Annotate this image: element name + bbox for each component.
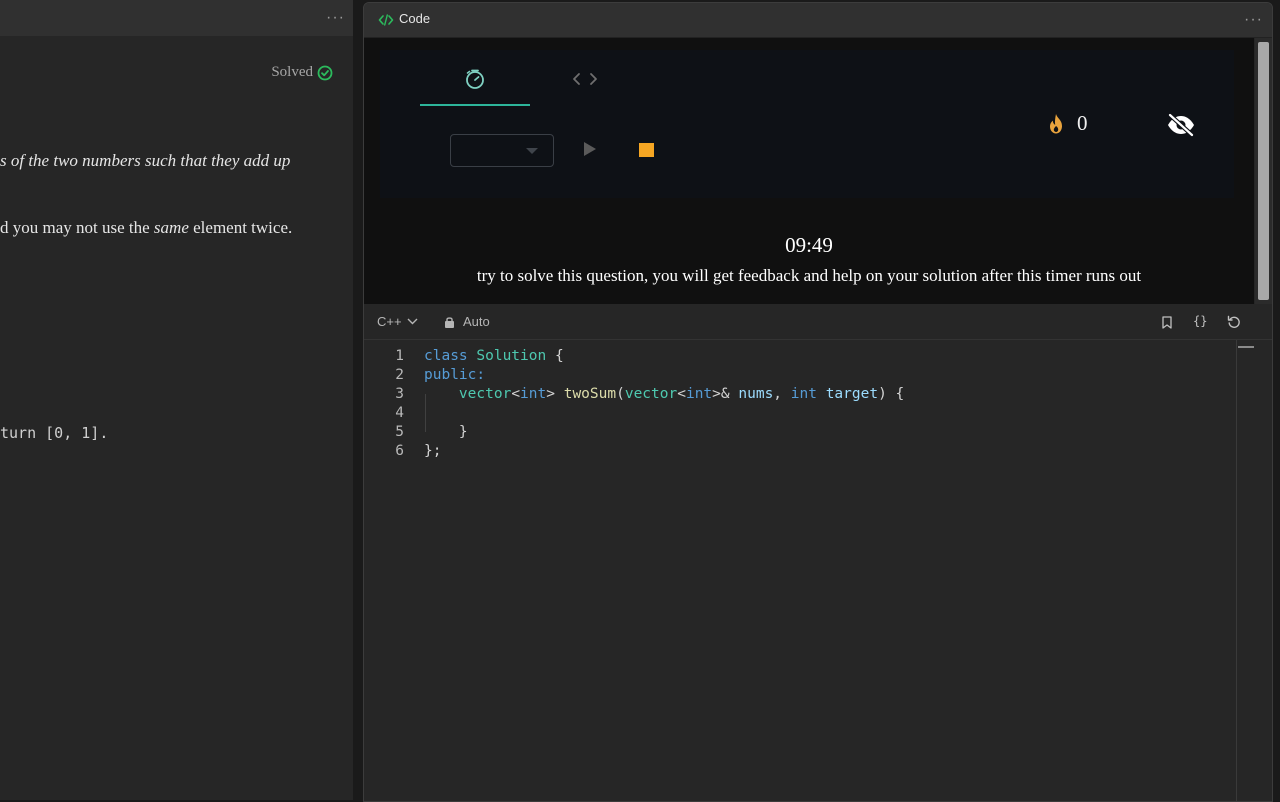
- language-select[interactable]: C++: [377, 314, 418, 329]
- fire-icon: [1050, 114, 1062, 134]
- line-number: 3: [395, 386, 404, 402]
- stop-button[interactable]: [639, 143, 654, 157]
- scrollbar-thumb[interactable]: [1258, 42, 1269, 300]
- format-code-icon[interactable]: {}: [1193, 314, 1207, 328]
- code-panel: Code ··· 0 09:49 try to solve this quest…: [363, 2, 1273, 802]
- more-options-button[interactable]: ···: [1244, 12, 1263, 28]
- code-text: class Solution {: [424, 347, 564, 366]
- streak-count: 0: [1077, 111, 1088, 135]
- description-text-segment: element twice.: [188, 218, 293, 237]
- line-number: 2: [395, 367, 404, 383]
- code-icon: [573, 73, 597, 85]
- code-token: vector: [458, 386, 512, 402]
- editor-toolbar: C++ Auto {}: [364, 305, 1272, 340]
- code-token: public:: [424, 367, 486, 383]
- chevron-down-icon: [407, 318, 418, 325]
- code-text: vector<int> twoSum(vector<int>& nums, in…: [424, 385, 904, 404]
- code-panel-title: Code: [399, 11, 431, 26]
- tab-code[interactable]: [530, 50, 640, 104]
- line-number: 4: [395, 405, 404, 421]
- solved-label: Solved: [271, 64, 313, 80]
- bookmark-icon[interactable]: [1161, 316, 1173, 329]
- mode-label: Auto: [463, 314, 490, 329]
- code-text: public:: [424, 366, 485, 385]
- code-text: };: [424, 442, 441, 461]
- line-number: 1: [395, 348, 404, 364]
- code-token: <: [511, 386, 521, 402]
- check-circle-icon: [317, 65, 333, 80]
- language-label: C++: [377, 314, 402, 329]
- lock-icon: [445, 316, 454, 328]
- timer-message: try to solve this question, you will get…: [476, 266, 1142, 285]
- code-text: }: [424, 423, 468, 442]
- line-number: 5: [395, 424, 404, 440]
- timer-duration-select[interactable]: [450, 134, 554, 167]
- code-token: class: [424, 348, 477, 364]
- timer-card: 0: [380, 50, 1234, 198]
- code-token: >: [546, 386, 564, 402]
- code-token: {: [546, 348, 564, 364]
- timer-scrollbar[interactable]: [1255, 38, 1272, 304]
- code-token: twoSum: [563, 386, 617, 402]
- code-token: int: [685, 386, 713, 402]
- code-brackets-icon: [378, 14, 394, 26]
- code-token: (: [616, 386, 625, 402]
- description-text: s of the two numbers such that they add …: [0, 151, 291, 170]
- code-token: >&: [712, 386, 739, 402]
- code-token: ,: [773, 386, 791, 402]
- code-token: int: [790, 386, 817, 402]
- description-text-segment: d you may not use the: [0, 218, 154, 237]
- line-number: 6: [395, 443, 404, 459]
- code-token: };: [424, 443, 442, 459]
- autosave-mode[interactable]: Auto: [444, 314, 490, 329]
- timer-area: 0 09:49 try to solve this question, you …: [364, 38, 1254, 304]
- code-token: }: [424, 424, 468, 440]
- description-emphasis: same: [153, 218, 189, 237]
- code-token: nums: [738, 386, 774, 402]
- chevron-down-icon: [526, 148, 538, 154]
- tab-timer[interactable]: [420, 50, 530, 106]
- more-options-button[interactable]: ···: [326, 10, 345, 26]
- timer-display: 09:49: [785, 233, 833, 257]
- code-editor[interactable]: 1 class Solution {2 public: 3 vector<int> t…: [364, 340, 1236, 801]
- reset-icon[interactable]: [1227, 315, 1241, 329]
- code-token: int: [520, 386, 547, 402]
- play-icon[interactable]: [583, 141, 597, 157]
- editor-minimap[interactable]: [1236, 340, 1272, 801]
- eye-off-icon[interactable]: [1166, 113, 1196, 137]
- code-token: <: [677, 386, 686, 402]
- code-panel-header: Code ···: [364, 3, 1272, 38]
- minimap-marker: [1238, 346, 1254, 348]
- code-token: vector: [624, 386, 678, 402]
- code-token: target: [825, 386, 879, 402]
- code-token: Solution: [476, 348, 547, 364]
- code-token: ) {: [878, 386, 905, 402]
- description-header: ···: [0, 0, 353, 36]
- description-panel: ··· Solved s of the two numbers such tha…: [0, 0, 354, 800]
- description-text-2: d you may not use the same element twice…: [0, 218, 292, 238]
- timer-icon: [466, 69, 484, 89]
- example-output: turn [0, 1].: [0, 424, 109, 442]
- solved-badge: Solved: [271, 64, 333, 81]
